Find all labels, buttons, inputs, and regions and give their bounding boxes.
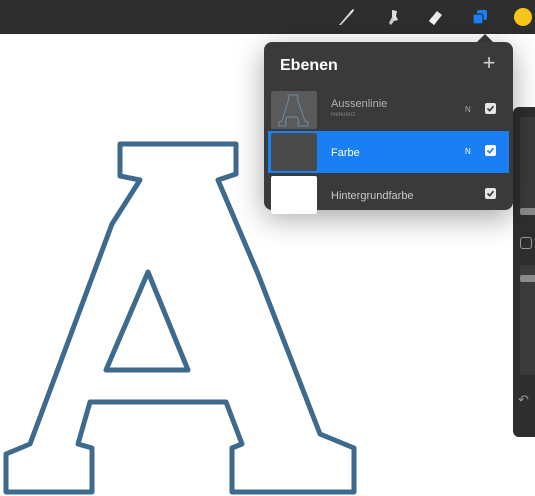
visibility-checkbox[interactable] [485,188,496,199]
layer-row-farbe[interactable]: Farbe N [268,131,509,173]
layer-row-aussenlinie[interactable]: Aussenlinie Referenz N [268,89,509,131]
color-icon [514,8,532,26]
checkmark-icon [486,190,495,197]
layer-thumbnail [271,91,317,129]
side-sliders: ↶ [513,107,535,437]
layers-icon[interactable] [469,6,491,28]
brush-size-knob[interactable] [520,208,535,215]
top-toolbar [0,0,535,34]
blend-mode-button[interactable]: N [465,147,471,156]
brush-size-slider[interactable] [520,117,535,209]
visibility-checkbox[interactable] [485,145,496,156]
smudge-icon[interactable] [382,6,404,28]
modify-button[interactable] [520,237,532,249]
visibility-checkbox[interactable] [485,103,496,114]
panel-title: Ebenen [280,57,338,74]
eraser-icon[interactable] [424,6,446,28]
opacity-knob[interactable] [520,275,535,282]
layer-thumbnail [271,133,317,171]
layer-row-hintergrundfarbe[interactable]: Hintergrundfarbe [268,174,509,216]
layer-name: Hintergrundfarbe [331,190,414,202]
layer-name: Farbe [331,147,360,159]
brush-icon[interactable] [335,6,357,28]
add-layer-button[interactable]: + [479,52,499,74]
layers-panel: Ebenen + Aussenlinie Referenz N Farbe N … [264,42,513,214]
color-picker-button[interactable] [514,8,532,26]
undo-icon[interactable]: ↶ [518,393,532,407]
layer-subtitle: Referenz [331,112,356,118]
blend-mode-button[interactable]: N [465,105,471,114]
checkmark-icon [486,147,495,154]
layer-name: Aussenlinie [331,98,388,110]
layer-thumbnail [271,176,317,214]
checkmark-icon [486,105,495,112]
